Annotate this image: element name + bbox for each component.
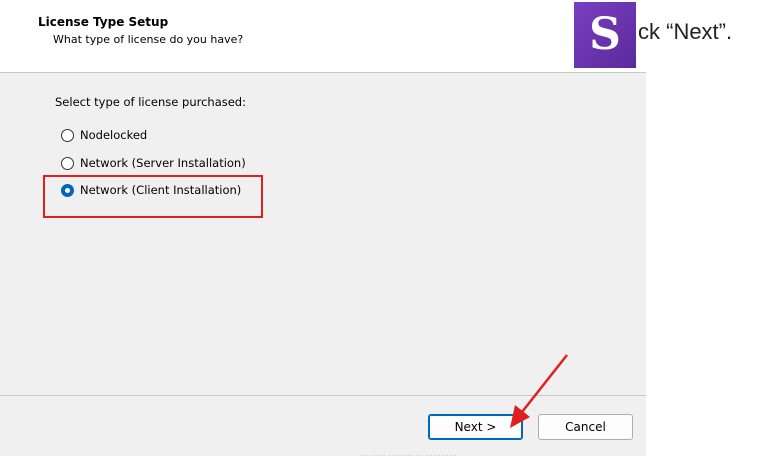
red-arrow-icon — [510, 354, 568, 428]
radio-nodelocked[interactable] — [61, 128, 74, 142]
license-type-prompt: Select type of license purchased: — [55, 95, 246, 109]
arrow-head — [510, 405, 530, 428]
brand-logo-letter: S — [589, 9, 621, 60]
option-network-server[interactable]: Network (Server Installation) — [61, 154, 246, 172]
instruction-text: ck “Next”. — [638, 19, 733, 44]
dialog-body: Select type of license purchased: Nodelo… — [0, 73, 646, 395]
option-network-server-label: Network (Server Installation) — [80, 156, 246, 170]
arrow-shaft — [521, 354, 568, 413]
dialog-header: License Type Setup What type of license … — [0, 0, 646, 73]
radio-network-server[interactable] — [61, 156, 74, 170]
brand-logo: S — [574, 2, 636, 68]
option-nodelocked-label: Nodelocked — [80, 128, 148, 142]
footer-faded-text: … …… ……… … ………… — [360, 449, 457, 458]
dialog-title: License Type Setup — [38, 15, 169, 29]
option-nodelocked[interactable]: Nodelocked — [61, 126, 147, 144]
dialog-subtitle: What type of license do you have? — [53, 33, 244, 46]
selection-highlight-box — [43, 175, 263, 218]
